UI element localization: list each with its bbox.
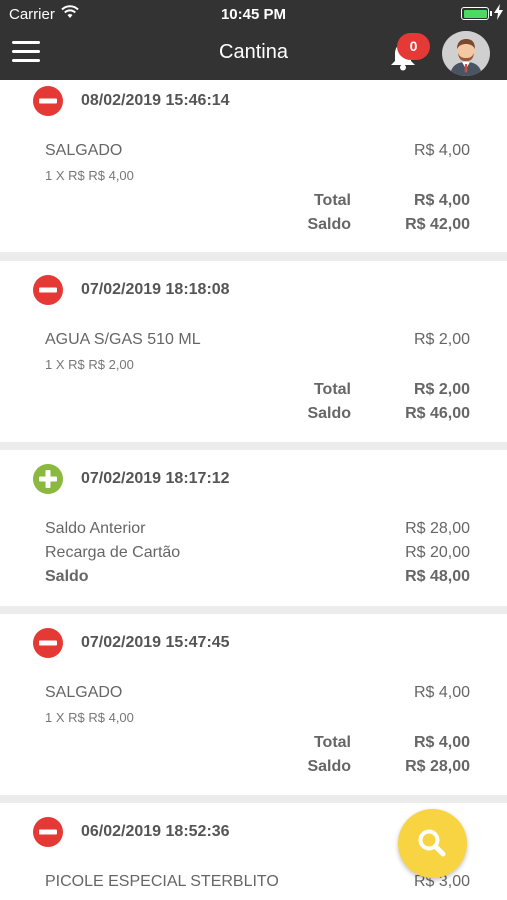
transaction-date: 07/02/2019 15:47:45: [81, 634, 230, 651]
total-value: R$ 2,00: [413, 381, 470, 398]
transaction-date: 08/02/2019 15:46:14: [81, 92, 230, 109]
page-title: Cantina: [219, 41, 288, 63]
transaction-card[interactable]: 07/02/2019 18:18:08 AGUA S/GAS 510 ML R$…: [0, 261, 507, 442]
notification-badge[interactable]: 0: [397, 33, 430, 60]
clock: 10:45 PM: [220, 6, 287, 23]
balance-label: Saldo: [307, 216, 351, 233]
battery-icon: [461, 7, 489, 20]
balance-value: R$ 42,00: [405, 216, 470, 233]
minus-circle-icon: [33, 817, 63, 847]
item-detail: 1 X R$ R$ 2,00: [45, 357, 134, 372]
transaction-date: 07/02/2019 18:18:08: [81, 281, 230, 298]
minus-circle-icon: [33, 86, 63, 116]
item-price: R$ 4,00: [413, 142, 470, 159]
total-label: Total: [313, 734, 351, 751]
item-line: SALGADO R$ 4,00: [45, 142, 470, 160]
transaction-card[interactable]: 07/02/2019 15:47:45 SALGADO R$ 4,00 1 X …: [0, 614, 507, 795]
search-icon: [418, 829, 446, 857]
transaction-date: 07/02/2019 18:17:12: [81, 470, 230, 487]
app-header: Carrier 10:45 PM Cantina 0: [0, 0, 507, 80]
item-price: R$ 2,00: [413, 331, 470, 348]
item-name: SALGADO: [45, 684, 123, 701]
item-name: AGUA S/GAS 510 ML: [45, 331, 201, 348]
total-value: R$ 4,00: [413, 192, 470, 209]
recharge-label: Recarga de Cartão: [45, 544, 181, 561]
item-detail: 1 X R$ R$ 4,00: [45, 168, 134, 183]
charging-icon: [494, 4, 503, 20]
status-bar: Carrier 10:45 PM: [0, 0, 507, 28]
item-name: SALGADO: [45, 142, 123, 159]
previous-balance-value: R$ 28,00: [405, 520, 470, 537]
minus-circle-icon: [33, 275, 63, 305]
total-label: Total: [313, 381, 351, 398]
item-name: PICOLE ESPECIAL STERBLITO: [45, 873, 279, 890]
transaction-card[interactable]: 07/02/2019 18:17:12 Saldo Anterior R$ 28…: [0, 450, 507, 606]
battery-tip: [490, 11, 492, 16]
balance-label: Saldo: [307, 405, 351, 422]
recharge-value: R$ 20,00: [405, 544, 470, 561]
previous-balance-row: Saldo Anterior R$ 28,00: [45, 520, 470, 538]
plus-circle-icon: [33, 464, 63, 494]
transaction-date: 06/02/2019 18:52:36: [81, 823, 230, 840]
minus-circle-icon: [33, 628, 63, 658]
item-line: AGUA S/GAS 510 ML R$ 2,00: [45, 331, 470, 349]
previous-balance-label: Saldo Anterior: [45, 520, 146, 537]
balance-label: Saldo: [45, 568, 89, 585]
search-button[interactable]: [398, 809, 467, 878]
transaction-card[interactable]: 08/02/2019 15:46:14 SALGADO R$ 4,00 1 X …: [0, 80, 507, 252]
item-price: R$ 4,00: [413, 684, 470, 701]
total-value: R$ 4,00: [413, 734, 470, 751]
total-label: Total: [313, 192, 351, 209]
item-line: SALGADO R$ 4,00: [45, 684, 470, 702]
balance-row: Saldo R$ 48,00: [45, 568, 470, 586]
balance-value: R$ 48,00: [405, 568, 470, 585]
user-avatar[interactable]: [442, 31, 490, 76]
recharge-row: Recarga de Cartão R$ 20,00: [45, 544, 470, 562]
balance-value: R$ 28,00: [405, 758, 470, 775]
item-detail: 1 X R$ R$ 4,00: [45, 710, 134, 725]
balance-label: Saldo: [307, 758, 351, 775]
balance-value: R$ 46,00: [405, 405, 470, 422]
